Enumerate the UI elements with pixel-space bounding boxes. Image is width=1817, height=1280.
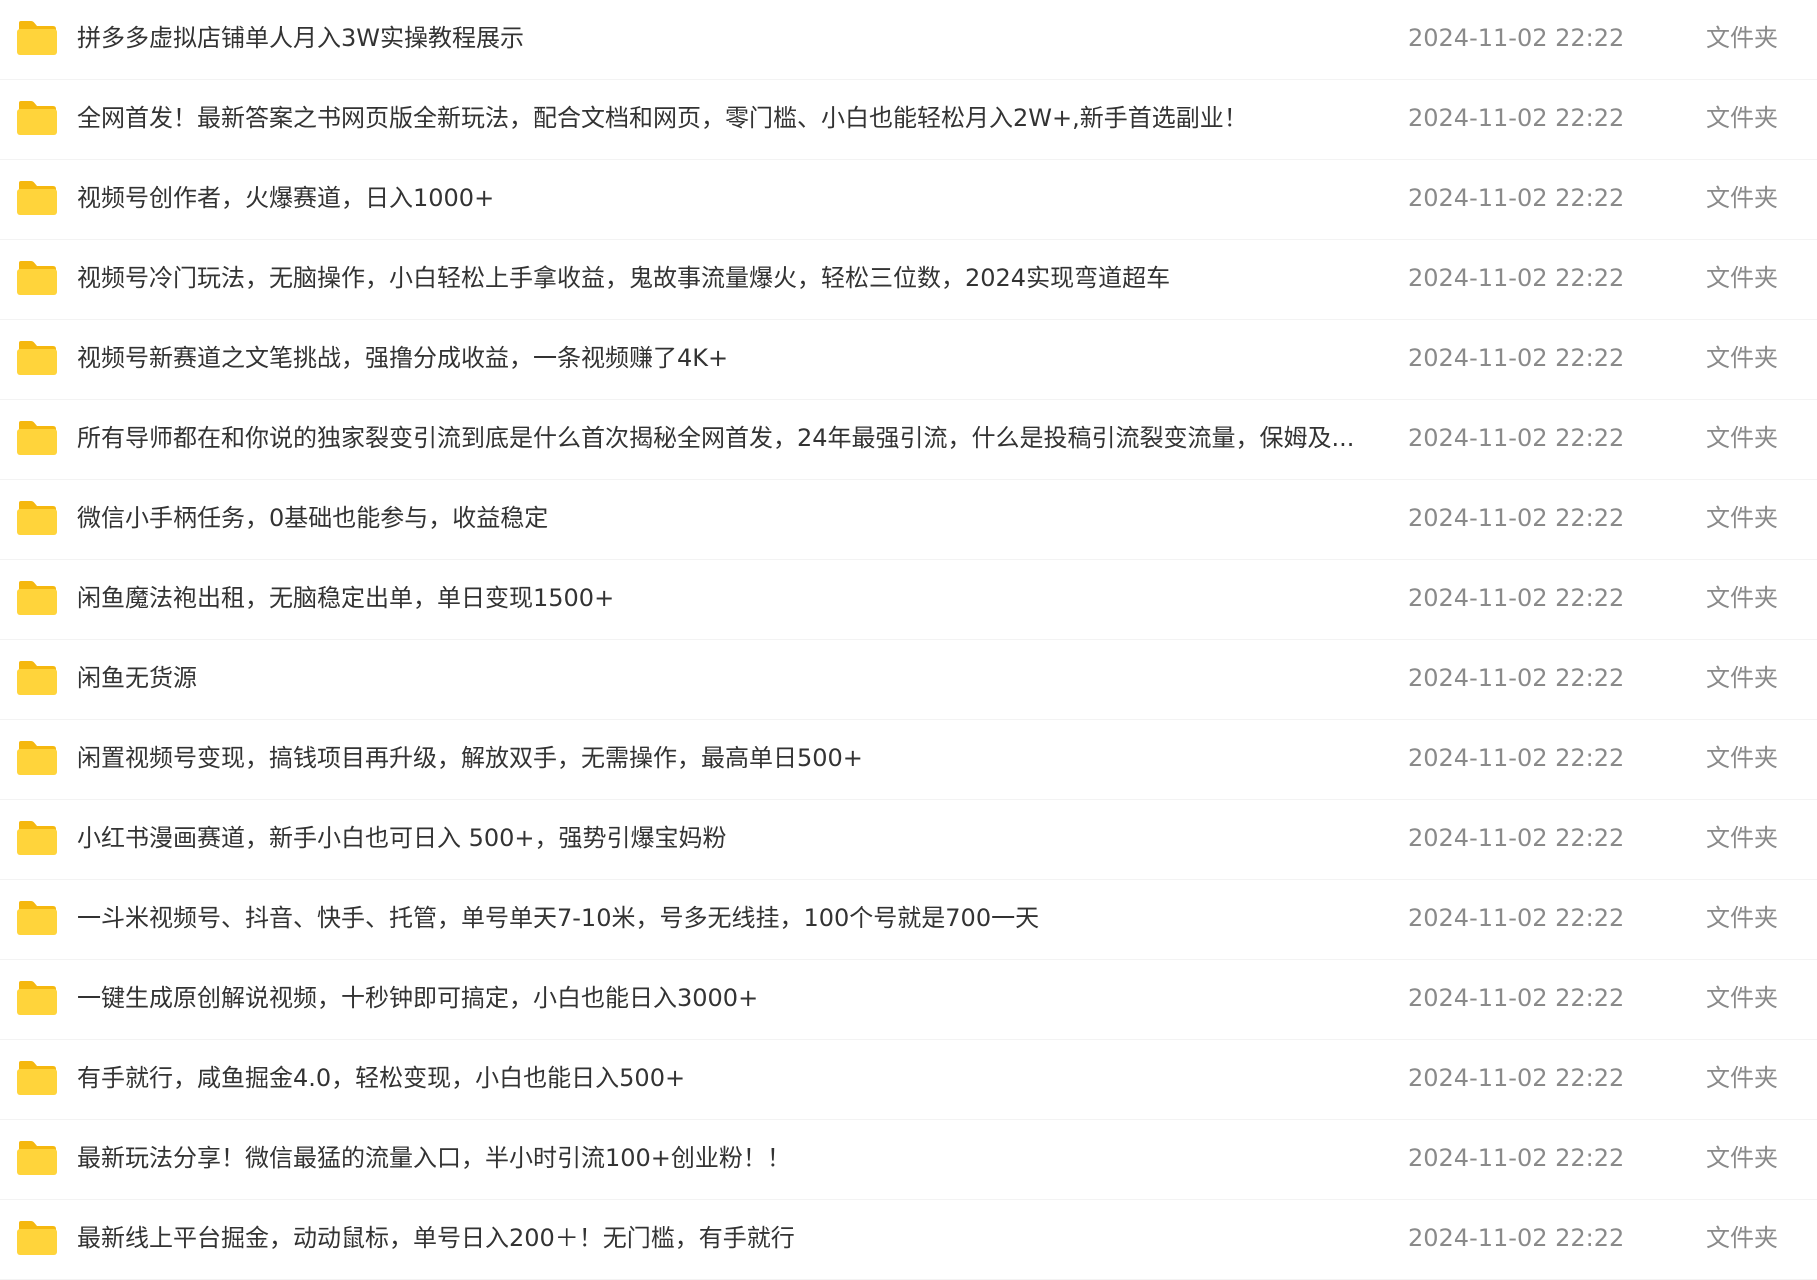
- file-name[interactable]: 视频号冷门玩法，无脑操作，小白轻松上手拿收益，鬼故事流量爆火，轻松三位数，202…: [77, 240, 1357, 320]
- folder-icon: [16, 740, 58, 776]
- folder-icon: [16, 1140, 58, 1176]
- file-row[interactable]: 最新玩法分享！微信最猛的流量入口，半小时引流100+创业粉！！ 2024-11-0…: [0, 1120, 1817, 1200]
- folder-icon: [16, 340, 58, 376]
- file-name[interactable]: 视频号新赛道之文笔挑战，强撸分成收益，一条视频赚了4K+: [77, 320, 1357, 400]
- file-type: 文件夹: [1706, 424, 1778, 452]
- file-name[interactable]: 小红书漫画赛道，新手小白也可日入 500+，强势引爆宝妈粉: [77, 800, 1357, 880]
- file-name[interactable]: 闲鱼魔法袍出租，无脑稳定出单，单日变现1500+: [77, 560, 1357, 640]
- file-modified-date: 2024-11-02 22:22: [1408, 664, 1625, 692]
- folder-icon: [16, 660, 58, 696]
- file-type: 文件夹: [1706, 1064, 1778, 1092]
- file-row[interactable]: 闲鱼无货源 2024-11-02 22:22 文件夹: [0, 640, 1817, 720]
- file-modified-date: 2024-11-02 22:22: [1408, 1064, 1625, 1092]
- file-row[interactable]: 闲鱼魔法袍出租，无脑稳定出单，单日变现1500+ 2024-11-02 22:22…: [0, 560, 1817, 640]
- file-modified-date: 2024-11-02 22:22: [1408, 824, 1625, 852]
- file-type: 文件夹: [1706, 24, 1778, 52]
- file-name[interactable]: 全网首发！最新答案之书网页版全新玩法，配合文档和网页，零门槛、小白也能轻松月入2…: [77, 80, 1357, 160]
- file-modified-date: 2024-11-02 22:22: [1408, 104, 1625, 132]
- folder-icon: [16, 900, 58, 936]
- file-modified-date: 2024-11-02 22:22: [1408, 904, 1625, 932]
- file-row[interactable]: 全网首发！最新答案之书网页版全新玩法，配合文档和网页，零门槛、小白也能轻松月入2…: [0, 80, 1817, 160]
- file-name[interactable]: 微信小手柄任务，0基础也能参与，收益稳定: [77, 480, 1357, 560]
- file-modified-date: 2024-11-02 22:22: [1408, 24, 1625, 52]
- file-name[interactable]: 最新线上平台掘金，动动鼠标，单号日入200＋！无门槛，有手就行: [77, 1200, 1357, 1280]
- file-name[interactable]: 一键生成原创解说视频，十秒钟即可搞定，小白也能日入3000+: [77, 960, 1357, 1040]
- file-modified-date: 2024-11-02 22:22: [1408, 744, 1625, 772]
- file-name[interactable]: 所有导师都在和你说的独家裂变引流到底是什么首次揭秘全网首发，24年最强引流，什么…: [77, 400, 1357, 480]
- file-list: 拼多多虚拟店铺单人月入3W实操教程展示 2024-11-02 22:22 文件夹 全网…: [0, 0, 1817, 1280]
- file-row[interactable]: 有手就行，咸鱼掘金4.0，轻松变现，小白也能日入500+ 2024-11-02 2…: [0, 1040, 1817, 1120]
- file-row[interactable]: 微信小手柄任务，0基础也能参与，收益稳定 2024-11-02 22:22 文件夹: [0, 480, 1817, 560]
- folder-icon: [16, 1220, 58, 1256]
- file-type: 文件夹: [1706, 184, 1778, 212]
- file-type: 文件夹: [1706, 1144, 1778, 1172]
- file-row[interactable]: 小红书漫画赛道，新手小白也可日入 500+，强势引爆宝妈粉 2024-11-02 …: [0, 800, 1817, 880]
- file-modified-date: 2024-11-02 22:22: [1408, 1144, 1625, 1172]
- file-type: 文件夹: [1706, 504, 1778, 532]
- file-row[interactable]: 最新线上平台掘金，动动鼠标，单号日入200＋！无门槛，有手就行 2024-11-0…: [0, 1200, 1817, 1280]
- file-type: 文件夹: [1706, 984, 1778, 1012]
- file-modified-date: 2024-11-02 22:22: [1408, 344, 1625, 372]
- file-row[interactable]: 拼多多虚拟店铺单人月入3W实操教程展示 2024-11-02 22:22 文件夹: [0, 0, 1817, 80]
- file-name[interactable]: 拼多多虚拟店铺单人月入3W实操教程展示: [77, 0, 1357, 80]
- file-modified-date: 2024-11-02 22:22: [1408, 584, 1625, 612]
- file-modified-date: 2024-11-02 22:22: [1408, 424, 1625, 452]
- file-row[interactable]: 一斗米视频号、抖音、快手、托管，单号单天7-10米，号多无线挂，100个号就是7…: [0, 880, 1817, 960]
- file-row[interactable]: 所有导师都在和你说的独家裂变引流到底是什么首次揭秘全网首发，24年最强引流，什么…: [0, 400, 1817, 480]
- file-row[interactable]: 视频号冷门玩法，无脑操作，小白轻松上手拿收益，鬼故事流量爆火，轻松三位数，202…: [0, 240, 1817, 320]
- file-type: 文件夹: [1706, 664, 1778, 692]
- file-name[interactable]: 最新玩法分享！微信最猛的流量入口，半小时引流100+创业粉！！: [77, 1120, 1357, 1200]
- file-row[interactable]: 闲置视频号变现，搞钱项目再升级，解放双手，无需操作，最高单日500+ 2024-1…: [0, 720, 1817, 800]
- folder-icon: [16, 420, 58, 456]
- folder-icon: [16, 580, 58, 616]
- file-type: 文件夹: [1706, 584, 1778, 612]
- file-type: 文件夹: [1706, 904, 1778, 932]
- file-type: 文件夹: [1706, 824, 1778, 852]
- folder-icon: [16, 20, 58, 56]
- file-name[interactable]: 闲置视频号变现，搞钱项目再升级，解放双手，无需操作，最高单日500+: [77, 720, 1357, 800]
- folder-icon: [16, 260, 58, 296]
- file-row[interactable]: 视频号新赛道之文笔挑战，强撸分成收益，一条视频赚了4K+ 2024-11-02 2…: [0, 320, 1817, 400]
- file-name[interactable]: 有手就行，咸鱼掘金4.0，轻松变现，小白也能日入500+: [77, 1040, 1357, 1120]
- file-type: 文件夹: [1706, 104, 1778, 132]
- folder-icon: [16, 820, 58, 856]
- file-type: 文件夹: [1706, 344, 1778, 372]
- folder-icon: [16, 980, 58, 1016]
- folder-icon: [16, 1060, 58, 1096]
- file-type: 文件夹: [1706, 1224, 1778, 1252]
- file-name[interactable]: 视频号创作者，火爆赛道，日入1000+: [77, 160, 1357, 240]
- file-name[interactable]: 一斗米视频号、抖音、快手、托管，单号单天7-10米，号多无线挂，100个号就是7…: [77, 880, 1357, 960]
- file-modified-date: 2024-11-02 22:22: [1408, 184, 1625, 212]
- file-type: 文件夹: [1706, 744, 1778, 772]
- file-modified-date: 2024-11-02 22:22: [1408, 984, 1625, 1012]
- file-row[interactable]: 一键生成原创解说视频，十秒钟即可搞定，小白也能日入3000+ 2024-11-02…: [0, 960, 1817, 1040]
- folder-icon: [16, 500, 58, 536]
- folder-icon: [16, 100, 58, 136]
- file-modified-date: 2024-11-02 22:22: [1408, 264, 1625, 292]
- folder-icon: [16, 180, 58, 216]
- file-row[interactable]: 视频号创作者，火爆赛道，日入1000+ 2024-11-02 22:22 文件夹: [0, 160, 1817, 240]
- file-modified-date: 2024-11-02 22:22: [1408, 1224, 1625, 1252]
- file-name[interactable]: 闲鱼无货源: [77, 640, 1357, 720]
- file-type: 文件夹: [1706, 264, 1778, 292]
- file-modified-date: 2024-11-02 22:22: [1408, 504, 1625, 532]
